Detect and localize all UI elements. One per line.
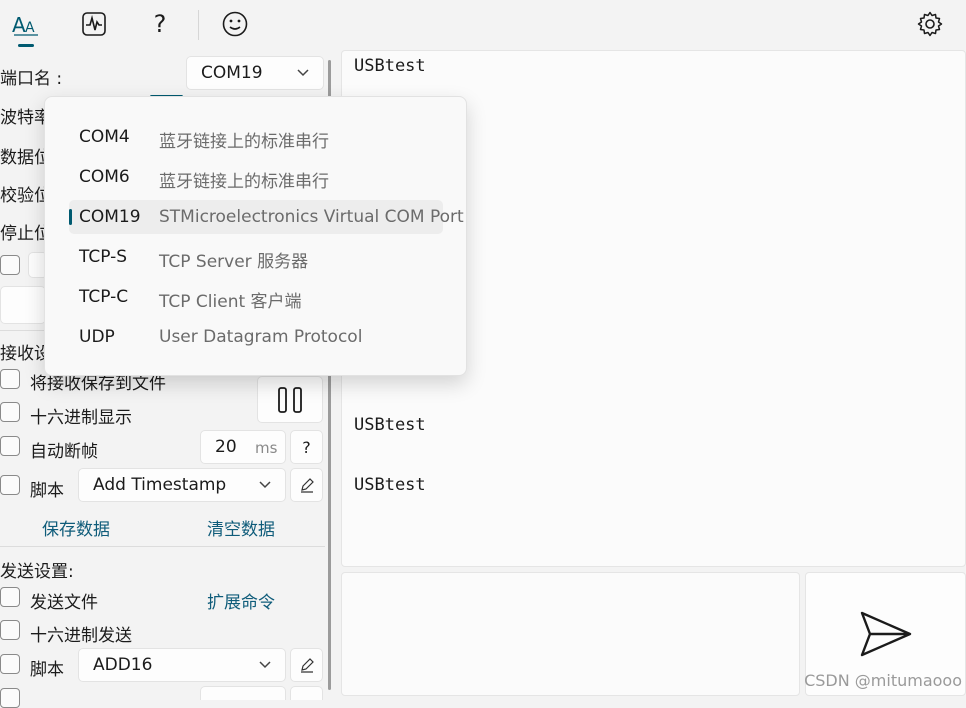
smiley-icon[interactable] bbox=[217, 6, 253, 42]
open-port-button[interactable] bbox=[0, 286, 46, 324]
port-option-name: TCP-C bbox=[79, 287, 129, 307]
divider bbox=[0, 546, 325, 547]
port-option-selected[interactable]: COM19 STMicroelectronics Virtual COM Por… bbox=[69, 200, 464, 234]
timed-send-button[interactable] bbox=[290, 686, 323, 700]
font-aa-icon[interactable]: AA bbox=[8, 6, 44, 42]
top-toolbar: AA ? bbox=[0, 0, 966, 50]
recv-line: USBtest bbox=[354, 56, 426, 76]
recv-script-checkbox[interactable] bbox=[0, 475, 20, 495]
port-option[interactable]: UDP User Datagram Protocol bbox=[69, 320, 443, 354]
frame-timeout-value: 20 bbox=[215, 437, 237, 457]
recv-line: USBtest bbox=[354, 475, 426, 495]
recv-script-select[interactable]: Add Timestamp bbox=[78, 468, 286, 502]
port-option-desc: 蓝牙链接上的标准串行 bbox=[159, 172, 329, 192]
port-option[interactable]: TCP-S TCP Server 服务器 bbox=[69, 240, 443, 274]
frame-timeout-unit: ms bbox=[255, 439, 278, 457]
svg-text:A: A bbox=[12, 13, 26, 37]
port-option-name: COM4 bbox=[79, 127, 130, 147]
pause-icon bbox=[278, 386, 302, 413]
port-label: 端口名 : bbox=[0, 69, 63, 89]
gear-icon[interactable] bbox=[912, 6, 948, 42]
recv-script-value: Add Timestamp bbox=[93, 475, 227, 495]
port-option[interactable]: TCP-C TCP Client 客户端 bbox=[69, 280, 443, 314]
send-icon bbox=[860, 611, 911, 657]
send-section-label: 发送设置: bbox=[0, 562, 74, 582]
help-icon[interactable]: ? bbox=[142, 6, 178, 42]
port-option-name: UDP bbox=[79, 327, 115, 347]
port-option-desc: TCP Client 客户端 bbox=[159, 292, 302, 312]
port-option-name: TCP-S bbox=[79, 247, 128, 267]
send-script-value: ADD16 bbox=[93, 655, 153, 675]
port-select-value: COM19 bbox=[201, 63, 263, 83]
clear-data-button[interactable]: 清空数据 bbox=[207, 515, 275, 540]
port-select[interactable]: COM19 bbox=[186, 56, 324, 90]
port-option-name: COM6 bbox=[79, 167, 130, 187]
port-option[interactable]: COM6 蓝牙链接上的标准串行 bbox=[69, 160, 443, 194]
recv-script-label: 脚本 bbox=[30, 481, 64, 501]
save-to-file-checkbox[interactable] bbox=[0, 369, 20, 389]
ext-cmd-button[interactable]: 扩展命令 bbox=[207, 588, 275, 613]
port-option-name: COM19 bbox=[79, 207, 141, 227]
send-script-edit-button[interactable] bbox=[290, 648, 323, 682]
hex-display-checkbox[interactable] bbox=[0, 402, 20, 422]
pen-icon bbox=[300, 658, 314, 673]
send-script-checkbox[interactable] bbox=[0, 654, 20, 674]
hex-display-label: 十六进制显示 bbox=[30, 408, 132, 428]
chevron-down-icon bbox=[259, 661, 271, 669]
pause-button[interactable] bbox=[257, 376, 323, 423]
port-option[interactable]: COM4 蓝牙链接上的标准串行 bbox=[69, 120, 443, 154]
send-script-select[interactable]: ADD16 bbox=[78, 648, 286, 682]
pen-icon bbox=[300, 478, 314, 493]
timed-send-input[interactable] bbox=[200, 686, 286, 700]
active-tab-indicator bbox=[18, 44, 34, 47]
chevron-down-icon bbox=[259, 481, 271, 489]
send-file-label: 发送文件 bbox=[30, 593, 98, 613]
port-dropdown: COM4 蓝牙链接上的标准串行 COM6 蓝牙链接上的标准串行 COM19 ST… bbox=[44, 96, 467, 376]
frame-timeout-input[interactable]: 20 ms bbox=[200, 430, 286, 464]
port-option-desc: STMicroelectronics Virtual COM Port bbox=[159, 207, 464, 227]
send-script-label: 脚本 bbox=[30, 660, 64, 680]
send-file-checkbox[interactable] bbox=[0, 587, 20, 607]
port-option-desc: User Datagram Protocol bbox=[159, 327, 363, 347]
timed-send-checkbox[interactable] bbox=[0, 688, 20, 708]
port-option-desc: 蓝牙链接上的标准串行 bbox=[159, 132, 329, 152]
chevron-down-icon bbox=[297, 69, 309, 77]
svg-text:A: A bbox=[25, 20, 35, 36]
hex-send-label: 十六进制发送 bbox=[30, 626, 132, 646]
hex-send-checkbox[interactable] bbox=[0, 620, 20, 640]
recv-script-edit-button[interactable] bbox=[290, 468, 323, 502]
toolbar-separator bbox=[198, 10, 199, 40]
save-data-button[interactable]: 保存数据 bbox=[42, 515, 110, 540]
recv-line: USBtest bbox=[354, 415, 426, 435]
port-option-desc: TCP Server 服务器 bbox=[159, 252, 309, 272]
waveform-icon[interactable] bbox=[76, 6, 112, 42]
frame-help-button[interactable]: ? bbox=[290, 430, 323, 464]
auto-frame-checkbox[interactable] bbox=[0, 436, 20, 456]
flow-checkbox[interactable] bbox=[0, 255, 20, 275]
auto-frame-label: 自动断帧 bbox=[30, 442, 98, 462]
watermark: CSDN @mitumaooo bbox=[804, 671, 962, 690]
send-input[interactable] bbox=[341, 572, 800, 696]
selection-indicator bbox=[69, 209, 72, 225]
